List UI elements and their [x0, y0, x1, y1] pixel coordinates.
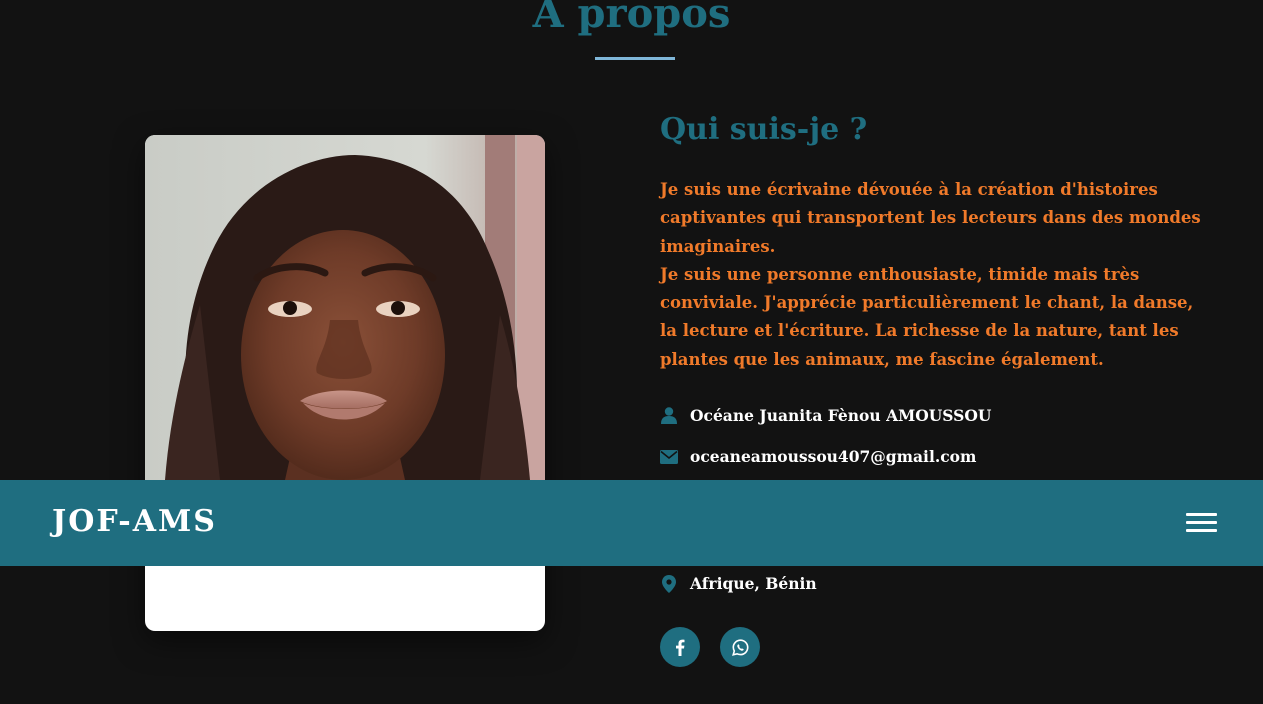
facebook-icon: [676, 639, 685, 656]
info-location: Afrique, Bénin: [660, 574, 817, 593]
info-name: Océane Juanita Fènou AMOUSSOU: [660, 406, 991, 425]
bio-text: Je suis une écrivaine dévouée à la créat…: [660, 176, 1205, 374]
about-page: À propos Qui suis-je ? Je suis une écriv…: [0, 0, 1263, 704]
title-underline: [595, 57, 675, 60]
bio-paragraph: Je suis une personne enthousiaste, timid…: [660, 264, 1194, 369]
bio-paragraph: Je suis une écrivaine dévouée à la créat…: [660, 180, 1201, 256]
info-email: oceaneamoussou407@gmail.com: [660, 447, 976, 466]
info-name-text: Océane Juanita Fènou AMOUSSOU: [690, 406, 992, 425]
top-navbar: JOF-AMS: [0, 480, 1263, 566]
whatsapp-icon: [731, 638, 749, 656]
brand-logo-text[interactable]: JOF-AMS: [52, 502, 217, 542]
section-title: À propos: [532, 0, 731, 37]
hamburger-menu-icon[interactable]: [1186, 513, 1218, 535]
info-location-text: Afrique, Bénin: [690, 574, 817, 593]
facebook-button[interactable]: [660, 627, 700, 667]
user-icon: [660, 407, 678, 425]
envelope-icon: [660, 448, 678, 466]
whatsapp-button[interactable]: [720, 627, 760, 667]
map-marker-icon: [660, 574, 678, 593]
about-heading: Qui suis-je ?: [660, 112, 868, 147]
info-email-text[interactable]: oceaneamoussou407@gmail.com: [690, 447, 976, 466]
profile-photo: [145, 135, 545, 480]
